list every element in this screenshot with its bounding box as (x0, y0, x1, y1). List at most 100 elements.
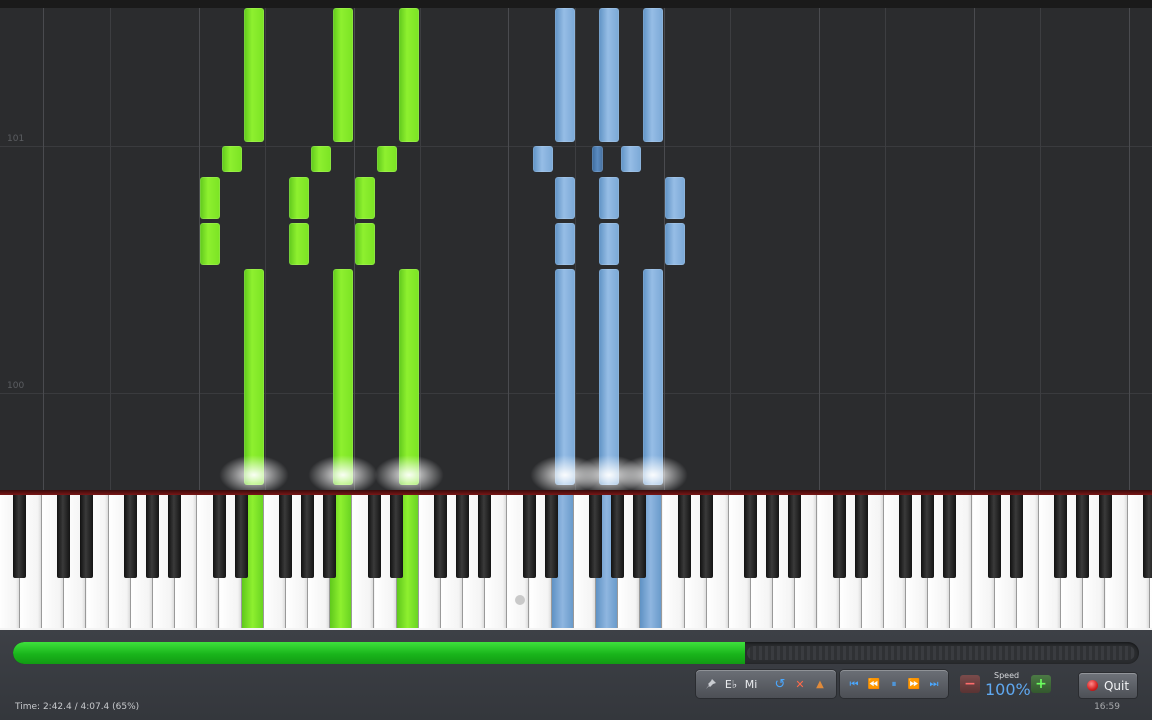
left-hand-note (311, 146, 331, 172)
black-key (146, 495, 159, 578)
right-hand-note (599, 177, 619, 219)
clock: 16:59 (1094, 702, 1120, 712)
speed-down-button[interactable]: − (960, 675, 980, 693)
black-key (456, 495, 469, 578)
song-progress-bar[interactable] (13, 642, 1139, 664)
black-key (523, 495, 536, 578)
fast-forward-icon[interactable]: ⏩ (904, 674, 924, 694)
time-value: 2:42.4 / 4:07.4 (65%) (42, 702, 140, 712)
black-key (788, 495, 801, 578)
time-label: Time: (15, 702, 41, 712)
note-name-button[interactable]: Mi (742, 674, 760, 694)
right-hand-note (555, 269, 575, 485)
key-hit-glow (308, 455, 378, 490)
progress-fill (13, 642, 745, 664)
quit-button[interactable]: Quit (1079, 673, 1137, 698)
grid-line (974, 8, 975, 490)
grid-line (420, 8, 421, 490)
grid-line (819, 8, 820, 490)
left-hand-note (200, 223, 220, 265)
loop-icon[interactable]: ↺ (771, 674, 789, 694)
black-key (633, 495, 646, 578)
skip-forward-icon[interactable]: ⏭ (924, 674, 944, 694)
metronome-icon[interactable]: ▲ (811, 674, 829, 694)
black-key (700, 495, 713, 578)
black-key (943, 495, 956, 578)
left-hand-note (355, 177, 375, 219)
right-hand-note (621, 146, 641, 172)
left-hand-note (355, 223, 375, 265)
left-hand-note (244, 8, 264, 142)
progress-remaining (747, 646, 1135, 660)
left-hand-note (289, 223, 309, 265)
pause-icon[interactable]: ⏸ (884, 674, 904, 694)
black-key (235, 495, 248, 578)
black-key (434, 495, 447, 578)
black-key (323, 495, 336, 578)
left-hand-note (200, 177, 220, 219)
right-hand-note (599, 8, 619, 142)
black-key (921, 495, 934, 578)
grid-line (885, 8, 886, 490)
speed-value: 100% (985, 680, 1031, 699)
black-key (1099, 495, 1112, 578)
black-key (124, 495, 137, 578)
black-key (478, 495, 491, 578)
right-hand-note (643, 269, 663, 485)
measure-number: 101 (7, 134, 25, 144)
right-hand-note (643, 8, 663, 142)
black-key (1076, 495, 1089, 578)
right-hand-note (555, 177, 575, 219)
left-hand-note (244, 269, 264, 485)
left-hand-note (289, 177, 309, 219)
right-hand-note (555, 8, 575, 142)
time-readout: Time: 2:42.4 / 4:07.4 (65%) (15, 702, 139, 712)
black-key (80, 495, 93, 578)
black-key (611, 495, 624, 578)
black-key (833, 495, 846, 578)
rewind-icon[interactable]: ⏪ (864, 674, 884, 694)
key-hit-glow (219, 455, 289, 490)
left-hand-note (377, 146, 397, 172)
black-key (1010, 495, 1023, 578)
quit-icon (1086, 680, 1098, 691)
black-key (899, 495, 912, 578)
measure-number: 100 (7, 381, 25, 391)
falling-notes-area: 101 100 (0, 0, 1152, 490)
grid-line (43, 8, 44, 490)
left-hand-note (222, 146, 242, 172)
black-key (390, 495, 403, 578)
pin-icon[interactable] (702, 674, 720, 694)
skip-back-icon[interactable]: ⏮ (844, 674, 864, 694)
key-signature-button[interactable]: E♭ (722, 674, 740, 694)
tools-group: E♭ Mi ↺ ✕ ▲ (696, 670, 836, 698)
right-hand-note (665, 223, 685, 265)
black-key (213, 495, 226, 578)
keyboard-felt-strip (0, 490, 1152, 495)
left-hand-note (399, 8, 419, 142)
roll-top-border (0, 0, 1152, 8)
right-hand-note (665, 177, 685, 219)
synthesia-player: 101 100 E♭ Mi ↺ ✕ ▲ ⏮ ⏪ ⏸ ⏩ ⏭ − Speed 10… (0, 0, 1152, 720)
black-key (545, 495, 558, 578)
playback-control-panel: E♭ Mi ↺ ✕ ▲ ⏮ ⏪ ⏸ ⏩ ⏭ − Speed 100% + Qui… (0, 630, 1152, 720)
black-key (301, 495, 314, 578)
black-key (168, 495, 181, 578)
speed-label: Speed (994, 671, 1020, 680)
speed-up-button[interactable]: + (1031, 675, 1051, 693)
right-hand-note (592, 146, 603, 172)
grid-line (508, 8, 509, 490)
grid-line (1040, 8, 1041, 490)
metronome-mute-icon[interactable]: ✕ (791, 674, 809, 694)
black-key (1143, 495, 1152, 578)
left-hand-note (399, 269, 419, 485)
right-hand-note (555, 223, 575, 265)
grid-line (730, 8, 731, 490)
black-key (766, 495, 779, 578)
left-hand-note (333, 269, 353, 485)
measure-line (0, 146, 1152, 147)
right-hand-note (599, 223, 619, 265)
grid-line (1129, 8, 1130, 490)
middle-c-marker (515, 595, 525, 605)
grid-line (575, 8, 576, 490)
